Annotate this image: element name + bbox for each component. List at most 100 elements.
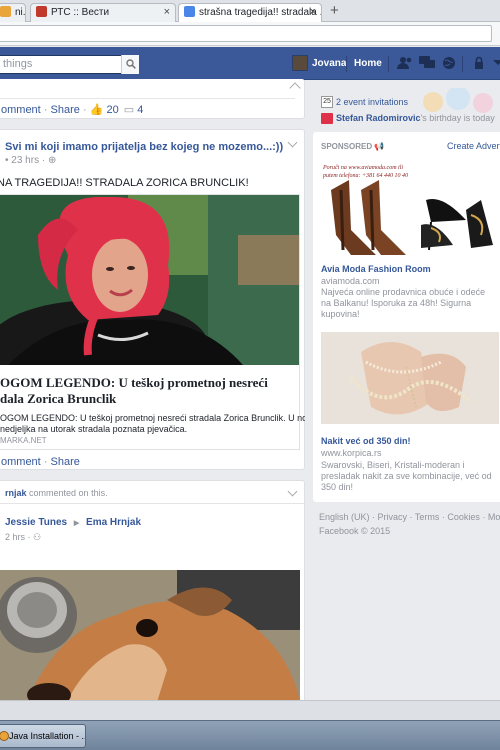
- tab-close-icon[interactable]: ×: [164, 4, 170, 21]
- gift-icon: [321, 113, 333, 124]
- post-timestamp-row: • 23 hrs · ⊕: [5, 155, 56, 166]
- footer-link[interactable]: Terms: [415, 512, 440, 522]
- windows-taskbar: Java Installation - ...: [0, 720, 500, 750]
- create-advert-link[interactable]: Create Advert: [447, 141, 500, 151]
- taskbar-app-button[interactable]: Java Installation - ...: [0, 724, 86, 748]
- post-timestamp-row: 2 hrs · ⚇: [5, 532, 41, 543]
- browser-tab-3[interactable]: strašna tragedija!! stradala ... ×: [178, 3, 322, 22]
- friends-audience-icon: · ⚇: [25, 532, 42, 542]
- divider: [462, 56, 463, 72]
- sponsored-panel: SPONSORED 📢 Create Advert Poruči na www.…: [313, 132, 500, 502]
- divider: [0, 503, 306, 504]
- like-count[interactable]: 20: [106, 104, 118, 116]
- previous-post-card: omment · Share · 👍 20 ▭ 4: [0, 79, 305, 119]
- post-author[interactable]: Jessie Tunes: [5, 517, 67, 528]
- link-preview-title-line2[interactable]: dala Zorica Brunclik: [0, 391, 116, 407]
- birthday-row: Stefan Radomirovic's birthday is today: [336, 113, 495, 123]
- link-preview[interactable]: OGOM LEGENDO: U teškoj prometnoj nesreći…: [0, 194, 314, 450]
- search-button[interactable]: [121, 55, 139, 74]
- ad-title[interactable]: Avia Moda Fashion Room: [321, 264, 431, 274]
- comment-link[interactable]: omment: [1, 456, 41, 468]
- ad-domain: aviamoda.com: [321, 276, 380, 286]
- footer-link[interactable]: English (UK): [319, 512, 370, 522]
- search-input[interactable]: things: [0, 55, 139, 74]
- tab-close-icon[interactable]: ×: [310, 4, 316, 21]
- sponsored-label: SPONSORED 📢: [321, 142, 385, 151]
- post-author-row: Jessie Tunes ▶ Ema Hrnjak: [5, 517, 141, 528]
- notifications-globe-icon[interactable]: [441, 56, 457, 70]
- facebook-top-bar: things Jovana Home: [0, 47, 500, 80]
- feed-post-card: rnjak commented on this. Jessie Tunes ▶ …: [0, 480, 306, 705]
- ad-image-jewelry[interactable]: [321, 332, 499, 424]
- share-link[interactable]: Share: [51, 456, 80, 468]
- ad-domain: www.korpica.rs: [321, 448, 382, 458]
- new-tab-button[interactable]: +: [330, 2, 339, 19]
- profile-link[interactable]: Jovana: [312, 58, 346, 69]
- footer-link[interactable]: Privacy: [378, 512, 408, 522]
- divider: [388, 56, 389, 72]
- post-timestamp[interactable]: 2 hrs: [5, 532, 25, 542]
- footer-link[interactable]: Cookies: [447, 512, 480, 522]
- link-preview-title-line1[interactable]: OGOM LEGENDO: U teškoj prometnoj nesreći: [0, 375, 268, 391]
- settings-icon[interactable]: [490, 56, 500, 70]
- public-globe-icon: · ⊕: [39, 155, 57, 166]
- birthday-text: 's birthday is today: [420, 113, 495, 123]
- java-icon: [0, 731, 9, 741]
- post-photo[interactable]: [0, 570, 300, 702]
- share-link[interactable]: Share: [51, 104, 80, 116]
- post-timestamp[interactable]: 23 hrs: [11, 155, 39, 166]
- post-action-row: omment · Share: [1, 456, 80, 468]
- messages-icon[interactable]: [419, 56, 435, 70]
- tab-favicon-icon: [184, 6, 195, 17]
- like-icon: 👍: [89, 104, 104, 116]
- post-action-row: omment · Share · 👍 20 ▭ 4: [1, 104, 144, 116]
- tab-label: РТС :: Вести: [51, 7, 110, 18]
- footer-links-row: English (UK) · Privacy · Terms · Cookies…: [319, 512, 500, 522]
- feed-post-card: Svi mi koji imamo prijatelja bez kojeg n…: [0, 129, 314, 470]
- tab-label: ni...: [15, 7, 26, 18]
- post-group-header[interactable]: Svi mi koji imamo prijatelja bez kojeg n…: [5, 141, 283, 153]
- privacy-shortcuts-icon[interactable]: [471, 56, 487, 70]
- comment-link[interactable]: omment: [1, 104, 41, 116]
- link-preview-description-line2: nedjeljka na utorak stradala poznata pje…: [0, 424, 188, 434]
- ad-banner-text-line1: Poruči na www.aviamoda.com ili: [323, 165, 404, 171]
- ad-banner-text-line2: putem telefona: +381 64 440 10 40: [323, 173, 409, 179]
- link-preview-image: [0, 195, 299, 365]
- tab-favicon-icon: [0, 6, 11, 17]
- link-preview-domain: MARKA.NET: [0, 436, 47, 445]
- footer-copyright: Facebook © 2015: [319, 526, 391, 536]
- ad-title[interactable]: Nakit već od 350 din!: [321, 436, 411, 446]
- chevron-down-icon[interactable]: [289, 82, 301, 94]
- chevron-down-icon[interactable]: [287, 486, 298, 497]
- post-target[interactable]: Ema Hrnjak: [86, 517, 141, 528]
- browser-status-bar: [0, 700, 500, 720]
- browser-tab-bar: ni... РТС :: Вести × strašna tragedija!!…: [0, 0, 500, 22]
- avatar[interactable]: [292, 55, 308, 71]
- calendar-icon: 25: [321, 96, 333, 108]
- megaphone-icon: 📢: [374, 142, 385, 151]
- home-link[interactable]: Home: [354, 58, 382, 69]
- events-panel: 25 2 event invitations Stefan Radomirovi…: [313, 88, 500, 128]
- search-icon: [125, 59, 136, 69]
- ad-description: Swarovski, Biseri, Kristali-moderan i pr…: [321, 460, 492, 492]
- event-invitations-link[interactable]: 2 event invitations: [336, 97, 408, 107]
- address-bar-row: [0, 22, 500, 46]
- link-preview-description-line1: OGOM LEGENDO: U teškoj prometnoj nesreći…: [0, 413, 314, 423]
- post-text: NA TRAGEDIJA!! STRADALA ZORICA BRUNCLIK!: [0, 177, 249, 189]
- tab-label: strašna tragedija!! stradala ...: [199, 7, 322, 18]
- arrow-right-icon: ▶: [73, 520, 80, 527]
- divider: [0, 98, 295, 99]
- comment-count[interactable]: 4: [137, 104, 143, 116]
- address-field[interactable]: [0, 25, 492, 42]
- commented-story-row: rnjak commented on this.: [5, 488, 108, 498]
- commented-text: commented on this.: [29, 488, 108, 498]
- browser-tab-2[interactable]: РТС :: Вести ×: [30, 3, 176, 22]
- footer-link[interactable]: More: [488, 512, 500, 522]
- commenter-name[interactable]: rnjak: [5, 488, 27, 498]
- friend-requests-icon[interactable]: [397, 56, 413, 70]
- browser-tab-1[interactable]: ni...: [0, 3, 26, 22]
- tab-favicon-icon: [36, 6, 47, 17]
- comment-icon: ▭: [123, 104, 135, 116]
- chevron-down-icon[interactable]: [287, 137, 298, 148]
- birthday-name[interactable]: Stefan Radomirovic: [336, 113, 421, 123]
